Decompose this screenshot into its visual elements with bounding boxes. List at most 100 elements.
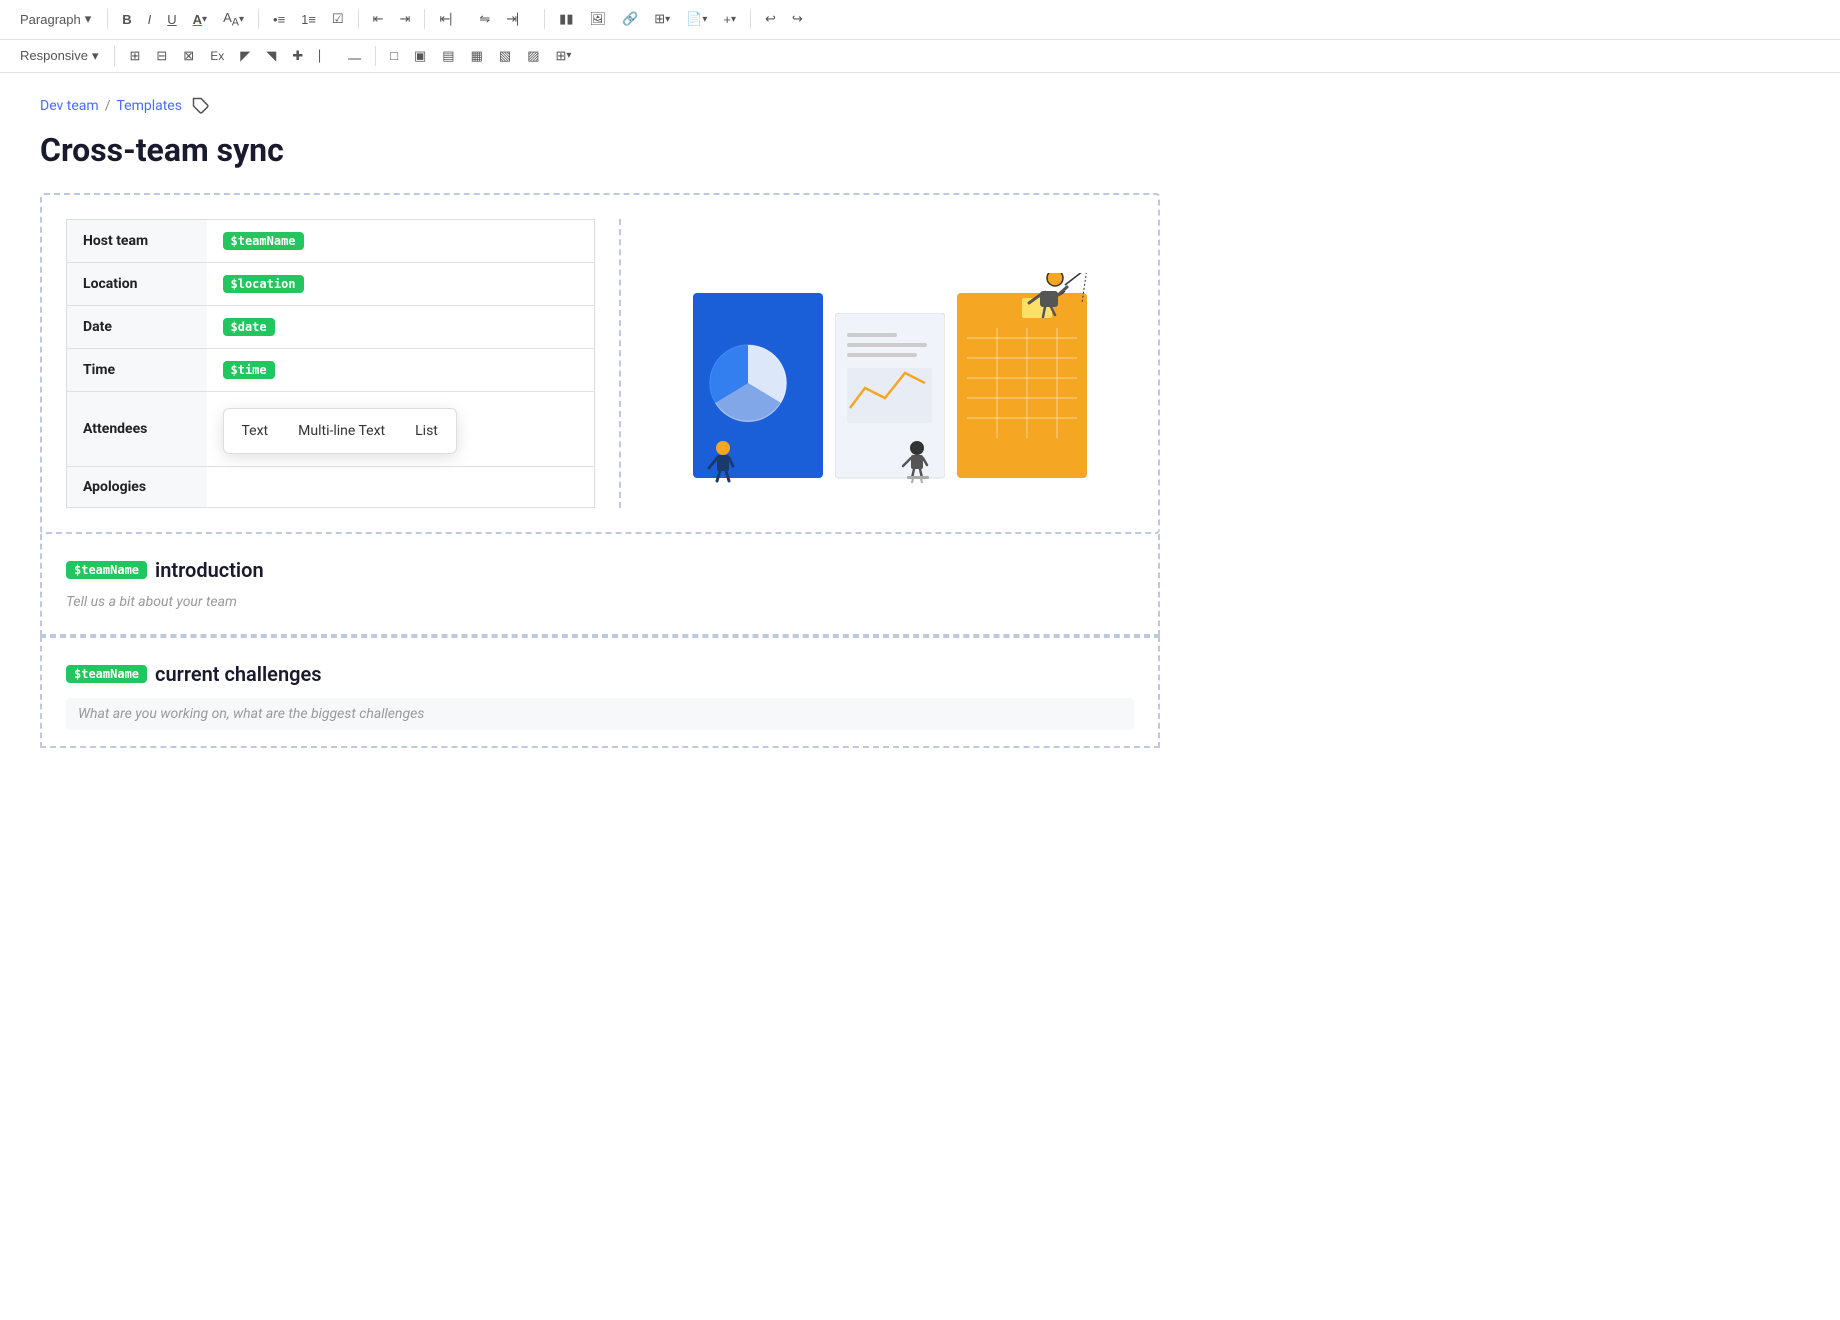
divider-5 bbox=[544, 9, 545, 29]
paragraph-dropdown[interactable]: Paragraph ▾ bbox=[12, 7, 99, 31]
table-icon-6: ▨ bbox=[527, 48, 539, 64]
indent-decrease-icon: ⇤ bbox=[373, 11, 384, 27]
divider-b2 bbox=[375, 46, 376, 66]
table-icon: ⊞ bbox=[654, 11, 665, 27]
table-button[interactable]: ⊞ ▾ bbox=[648, 7, 676, 31]
ordered-list-button[interactable]: 1≡ bbox=[295, 8, 322, 31]
breadcrumb-current[interactable]: Templates bbox=[116, 98, 182, 114]
time-label: Time bbox=[67, 348, 207, 391]
time-chip[interactable]: $time bbox=[223, 361, 275, 379]
italic-button[interactable]: I bbox=[142, 8, 158, 31]
table-btn-4[interactable]: ▦ bbox=[465, 44, 489, 68]
host-team-label: Host team bbox=[67, 219, 207, 262]
toolbar-top: Paragraph ▾ B I U A ▾ AA ▾ •≡ 1≡ ☑ ⇤ ⇥ ⇤… bbox=[0, 0, 1840, 40]
indent-increase-button[interactable]: ⇥ bbox=[394, 7, 417, 31]
attendees-label: Attendees bbox=[67, 391, 207, 466]
type-option-list[interactable]: List bbox=[401, 417, 452, 445]
layout-btn-2[interactable]: ⊟ bbox=[150, 44, 173, 68]
chevron-down-icon-embed: ▾ bbox=[702, 14, 707, 25]
layout-btn-9[interactable]: ⎼ bbox=[342, 44, 367, 68]
date-chip[interactable]: $date bbox=[223, 318, 275, 336]
ordered-list-icon: 1≡ bbox=[301, 12, 316, 27]
date-value: $date bbox=[207, 305, 595, 348]
table-btn-6[interactable]: ▨ bbox=[521, 44, 545, 68]
link-button[interactable]: 🔗 bbox=[616, 7, 644, 31]
layout-icon-1: ⊞ bbox=[129, 48, 140, 64]
layout-btn-3[interactable]: ⊠ bbox=[177, 44, 200, 68]
right-column bbox=[621, 219, 1134, 508]
indent-decrease-button[interactable]: ⇤ bbox=[367, 7, 390, 31]
info-table: Host team $teamName Location $location bbox=[66, 219, 595, 508]
table-btn-3[interactable]: ▤ bbox=[436, 44, 460, 68]
layout-btn-7[interactable]: ✚ bbox=[286, 44, 309, 68]
align-right-icon: ⇥⎸ bbox=[506, 11, 530, 27]
challenges-heading-text: current challenges bbox=[155, 662, 322, 686]
align-right-button[interactable]: ⇥⎸ bbox=[500, 7, 536, 31]
breadcrumb-team-link[interactable]: Dev team bbox=[40, 98, 99, 114]
table-row: Time $time bbox=[67, 348, 595, 391]
checkbox-icon: ☑ bbox=[332, 11, 344, 27]
layout-icon-6: ◥ bbox=[266, 48, 276, 64]
table-btn-1[interactable]: □ bbox=[384, 44, 404, 67]
embed-icon: 📄 bbox=[686, 11, 702, 27]
layout-icon-7: ✚ bbox=[292, 48, 303, 64]
layout-btn-5[interactable]: ◤ bbox=[234, 44, 256, 68]
table-btn-2[interactable]: ▣ bbox=[408, 44, 432, 68]
type-option-multiline[interactable]: Multi-line Text bbox=[284, 417, 399, 445]
undo-button[interactable]: ↩ bbox=[759, 7, 782, 31]
layout-btn-6[interactable]: ◥ bbox=[260, 44, 282, 68]
layout-icon-4: Ex bbox=[210, 49, 224, 63]
layout-btn-8[interactable]: ⎸ bbox=[313, 44, 338, 68]
table-row: Date $date bbox=[67, 305, 595, 348]
align-center-icon: ⇋ bbox=[479, 11, 490, 27]
attendees-value[interactable]: Text Multi-line Text List bbox=[207, 391, 595, 466]
divider-6 bbox=[750, 9, 751, 29]
chevron-down-icon-table: ▾ bbox=[665, 14, 670, 25]
table-icon-4: ▦ bbox=[471, 48, 483, 64]
content-area: Dev team / Templates Cross-team sync Hos… bbox=[0, 73, 1200, 772]
align-center-button[interactable]: ⇋ bbox=[473, 7, 496, 31]
table-btn-7[interactable]: ⊞ ▾ bbox=[549, 44, 577, 68]
table-btn-5[interactable]: ▧ bbox=[493, 44, 517, 68]
underline-button[interactable]: U bbox=[161, 8, 182, 31]
align-left-button[interactable]: ⇤⎸ bbox=[433, 7, 469, 31]
redo-icon: ↪ bbox=[792, 11, 803, 27]
challenges-section: $teamName current challenges What are yo… bbox=[40, 636, 1160, 748]
checkbox-button[interactable]: ☑ bbox=[326, 7, 350, 31]
type-dropdown[interactable]: Text Multi-line Text List bbox=[223, 408, 457, 454]
team-name-chip-intro[interactable]: $teamName bbox=[66, 561, 147, 579]
insert-icon: + bbox=[723, 12, 731, 27]
location-chip[interactable]: $location bbox=[223, 275, 304, 293]
align-left-icon: ⇤⎸ bbox=[439, 11, 463, 27]
chevron-down-icon-insert: ▾ bbox=[731, 14, 736, 25]
table-row: Apologies bbox=[67, 466, 595, 507]
code-block-icon: ▮▮ bbox=[559, 11, 573, 27]
divider-3 bbox=[358, 9, 359, 29]
layout-btn-4[interactable]: Ex bbox=[204, 45, 230, 67]
image-icon: 🖼 bbox=[589, 11, 606, 27]
illus-yellow-panel bbox=[957, 273, 1087, 483]
insert-button[interactable]: + ▾ bbox=[717, 8, 742, 31]
host-team-value: $teamName bbox=[207, 219, 595, 262]
image-button[interactable]: 🖼 bbox=[583, 7, 612, 31]
introduction-placeholder: Tell us a bit about your team bbox=[66, 594, 1134, 610]
bold-button[interactable]: B bbox=[116, 8, 137, 31]
table-icon-1: □ bbox=[390, 48, 398, 63]
responsive-dropdown[interactable]: Responsive ▾ bbox=[12, 44, 106, 68]
text-color-button[interactable]: A ▾ bbox=[187, 8, 213, 31]
redo-button[interactable]: ↪ bbox=[786, 7, 809, 31]
breadcrumb: Dev team / Templates bbox=[40, 97, 1160, 115]
layout-icon-3: ⊠ bbox=[183, 48, 194, 64]
blue-panel-svg bbox=[693, 293, 823, 483]
team-name-chip-challenges[interactable]: $teamName bbox=[66, 665, 147, 683]
divider-1 bbox=[107, 9, 108, 29]
code-block-button[interactable]: ▮▮ bbox=[553, 7, 579, 31]
yellow-panel-svg bbox=[957, 273, 1087, 483]
layout-btn-1[interactable]: ⊞ bbox=[123, 44, 146, 68]
bullet-list-button[interactable]: •≡ bbox=[267, 8, 291, 31]
embed-button[interactable]: 📄 ▾ bbox=[680, 7, 713, 31]
team-name-chip-1[interactable]: $teamName bbox=[223, 232, 304, 250]
introduction-heading: $teamName introduction bbox=[66, 558, 1134, 582]
type-option-text[interactable]: Text bbox=[228, 417, 283, 445]
text-case-button[interactable]: AA ▾ bbox=[217, 6, 250, 33]
